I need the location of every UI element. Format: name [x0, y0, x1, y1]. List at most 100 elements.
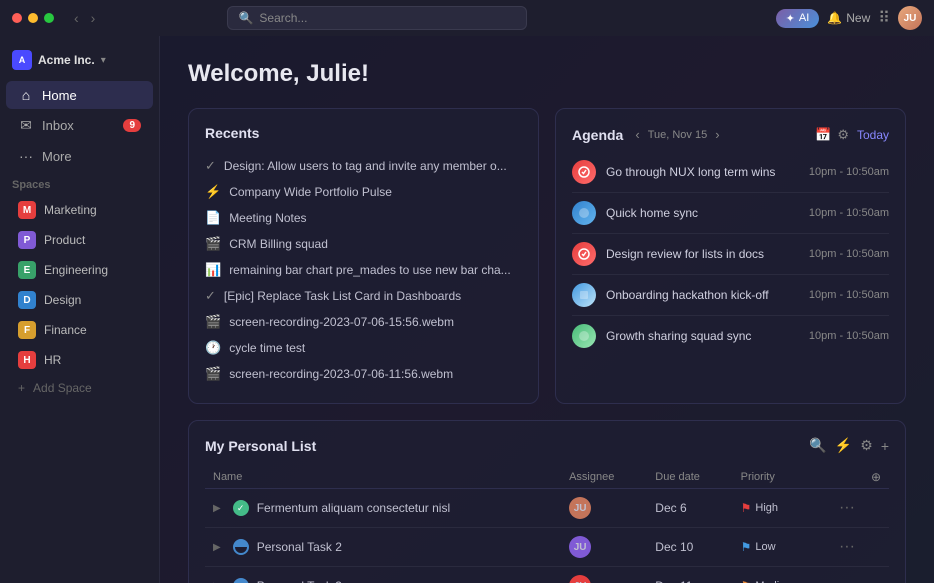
- agenda-settings-icon[interactable]: ⚙: [837, 127, 849, 143]
- dashboard-grid: Recents ✓ Design: Allow users to tag and…: [188, 108, 906, 583]
- agenda-calendar-icon[interactable]: 📅: [815, 127, 831, 143]
- recent-item-1[interactable]: ⚡ Company Wide Portfolio Pulse: [205, 179, 522, 205]
- filter-tasks-button[interactable]: ⚡: [835, 437, 852, 454]
- engineering-label: Engineering: [44, 263, 108, 277]
- sidebar-item-product[interactable]: P Product: [6, 226, 153, 254]
- list-header: My Personal List 🔍 ⚡ ⚙ +: [205, 437, 889, 454]
- row-menu-2[interactable]: ···: [839, 577, 855, 583]
- agenda-header: Agenda ‹ Tue, Nov 15 › 📅 ⚙ Today: [572, 125, 889, 144]
- more-icon: ···: [18, 148, 34, 164]
- table-row: ▶ ✓ Fermentum aliquam consectetur nisl J…: [205, 489, 889, 528]
- forward-button[interactable]: ›: [87, 8, 100, 28]
- add-field-button[interactable]: ⊕: [871, 470, 881, 484]
- search-placeholder: Search...: [259, 11, 307, 25]
- recent-item-4[interactable]: 📊 remaining bar chart pre_mades to use n…: [205, 257, 522, 283]
- agenda-item-2[interactable]: Design review for lists in docs 10pm - 1…: [572, 234, 889, 275]
- maximize-dot: [44, 13, 54, 23]
- due-date-2: Dec 11: [647, 567, 732, 583]
- sidebar-item-home[interactable]: ⌂ Home: [6, 81, 153, 109]
- bell-icon: 🔔: [827, 11, 842, 25]
- ai-button[interactable]: ✦ AI: [776, 9, 820, 28]
- add-column-button[interactable]: +: [881, 437, 889, 454]
- search-bar[interactable]: 🔍 Search...: [227, 6, 527, 30]
- priority-label-0: High: [755, 502, 778, 514]
- sidebar-item-marketing[interactable]: M Marketing: [6, 196, 153, 224]
- agenda-dot-1: [572, 201, 596, 225]
- recent-item-7[interactable]: 🕐 cycle time test: [205, 335, 522, 361]
- agenda-item-4[interactable]: Growth sharing squad sync 10pm - 10:50am: [572, 316, 889, 356]
- recent-icon-0: ✓: [205, 158, 216, 174]
- finance-label: Finance: [44, 323, 87, 337]
- priority-flag-1: ⚑: [741, 540, 752, 554]
- back-button[interactable]: ‹: [70, 8, 83, 28]
- sidebar-item-inbox[interactable]: ✉ Inbox 9: [6, 111, 153, 140]
- welcome-heading: Welcome, Julie!: [188, 60, 906, 88]
- row-menu-0[interactable]: ···: [839, 499, 855, 516]
- workspace-chevron-icon: ▾: [101, 55, 106, 66]
- recent-item-8[interactable]: 🎬 screen-recording-2023-07-06-11:56.webm: [205, 361, 522, 387]
- agenda-item-1[interactable]: Quick home sync 10pm - 10:50am: [572, 193, 889, 234]
- agenda-title: Agenda: [572, 127, 623, 143]
- recent-text-1: Company Wide Portfolio Pulse: [229, 185, 392, 199]
- recent-item-0[interactable]: ✓ Design: Allow users to tag and invite …: [205, 153, 522, 179]
- agenda-date: Tue, Nov 15: [648, 129, 708, 141]
- recent-item-5[interactable]: ✓ [Epic] Replace Task List Card in Dashb…: [205, 283, 522, 309]
- agenda-item-0[interactable]: Go through NUX long term wins 10pm - 10:…: [572, 152, 889, 193]
- today-button[interactable]: Today: [857, 128, 889, 142]
- sidebar-item-engineering[interactable]: E Engineering: [6, 256, 153, 284]
- minimize-dot: [28, 13, 38, 23]
- col-name: Name: [205, 466, 561, 489]
- expand-button-1[interactable]: ▶: [213, 542, 221, 553]
- task-status-0[interactable]: ✓: [233, 500, 249, 516]
- sidebar-item-finance[interactable]: F Finance: [6, 316, 153, 344]
- task-label-0: Fermentum aliquam consectetur nisl: [257, 501, 450, 515]
- sidebar-item-more[interactable]: ··· More: [6, 142, 153, 170]
- settings-tasks-button[interactable]: ⚙: [860, 437, 873, 454]
- agenda-time-1: 10pm - 10:50am: [809, 207, 889, 219]
- agenda-prev-button[interactable]: ‹: [631, 125, 643, 144]
- recent-item-2[interactable]: 📄 Meeting Notes: [205, 205, 522, 231]
- recent-item-3[interactable]: 🎬 CRM Billing squad: [205, 231, 522, 257]
- search-tasks-button[interactable]: 🔍: [809, 437, 826, 454]
- nav-arrows[interactable]: ‹ ›: [70, 8, 99, 28]
- new-button[interactable]: 🔔 New: [827, 11, 870, 25]
- task-name-0: ▶ ✓ Fermentum aliquam consectetur nisl: [213, 500, 553, 516]
- sidebar-item-hr[interactable]: H HR: [6, 346, 153, 374]
- recent-icon-7: 🕐: [205, 340, 221, 356]
- task-name-2: ▶ Personal Task 3: [213, 578, 553, 583]
- assignee-0: JU: [569, 497, 591, 519]
- priority-0: ⚑ High: [741, 501, 823, 515]
- agenda-name-1: Quick home sync: [606, 206, 799, 220]
- task-status-1[interactable]: [233, 539, 249, 555]
- search-icon: 🔍: [238, 11, 253, 25]
- agenda-dot-0: [572, 160, 596, 184]
- expand-button-0[interactable]: ▶: [213, 503, 221, 514]
- assignee-1: JU: [569, 536, 591, 558]
- hr-label: HR: [44, 353, 61, 367]
- agenda-name-4: Growth sharing squad sync: [606, 329, 799, 343]
- recents-list: ✓ Design: Allow users to tag and invite …: [205, 153, 522, 387]
- due-date-1: Dec 10: [647, 528, 732, 567]
- agenda-next-button[interactable]: ›: [711, 125, 723, 144]
- row-menu-1[interactable]: ···: [839, 538, 855, 555]
- recent-icon-3: 🎬: [205, 236, 221, 252]
- workspace-name: Acme Inc.: [38, 53, 95, 67]
- workspace-selector[interactable]: A Acme Inc. ▾: [0, 44, 159, 76]
- recent-icon-4: 📊: [205, 262, 221, 278]
- agenda-item-3[interactable]: Onboarding hackathon kick-off 10pm - 10:…: [572, 275, 889, 316]
- recent-text-8: screen-recording-2023-07-06-11:56.webm: [229, 367, 453, 381]
- user-avatar[interactable]: JU: [898, 6, 922, 30]
- agenda-time-2: 10pm - 10:50am: [809, 248, 889, 260]
- agenda-icon-group: 📅 ⚙: [815, 127, 849, 143]
- priority-flag-2: ⚑: [741, 579, 752, 583]
- task-status-2[interactable]: [233, 578, 249, 583]
- agenda-name-0: Go through NUX long term wins: [606, 165, 799, 179]
- grid-button[interactable]: ⠿: [878, 8, 890, 28]
- recent-icon-8: 🎬: [205, 366, 221, 382]
- sidebar-item-design[interactable]: D Design: [6, 286, 153, 314]
- recent-item-6[interactable]: 🎬 screen-recording-2023-07-06-15:56.webm: [205, 309, 522, 335]
- add-space-button[interactable]: + Add Space: [6, 376, 153, 400]
- plus-icon: +: [18, 381, 25, 395]
- task-name-1: ▶ Personal Task 2: [213, 539, 553, 555]
- titlebar-right: ✦ AI 🔔 New ⠿ JU: [776, 6, 922, 30]
